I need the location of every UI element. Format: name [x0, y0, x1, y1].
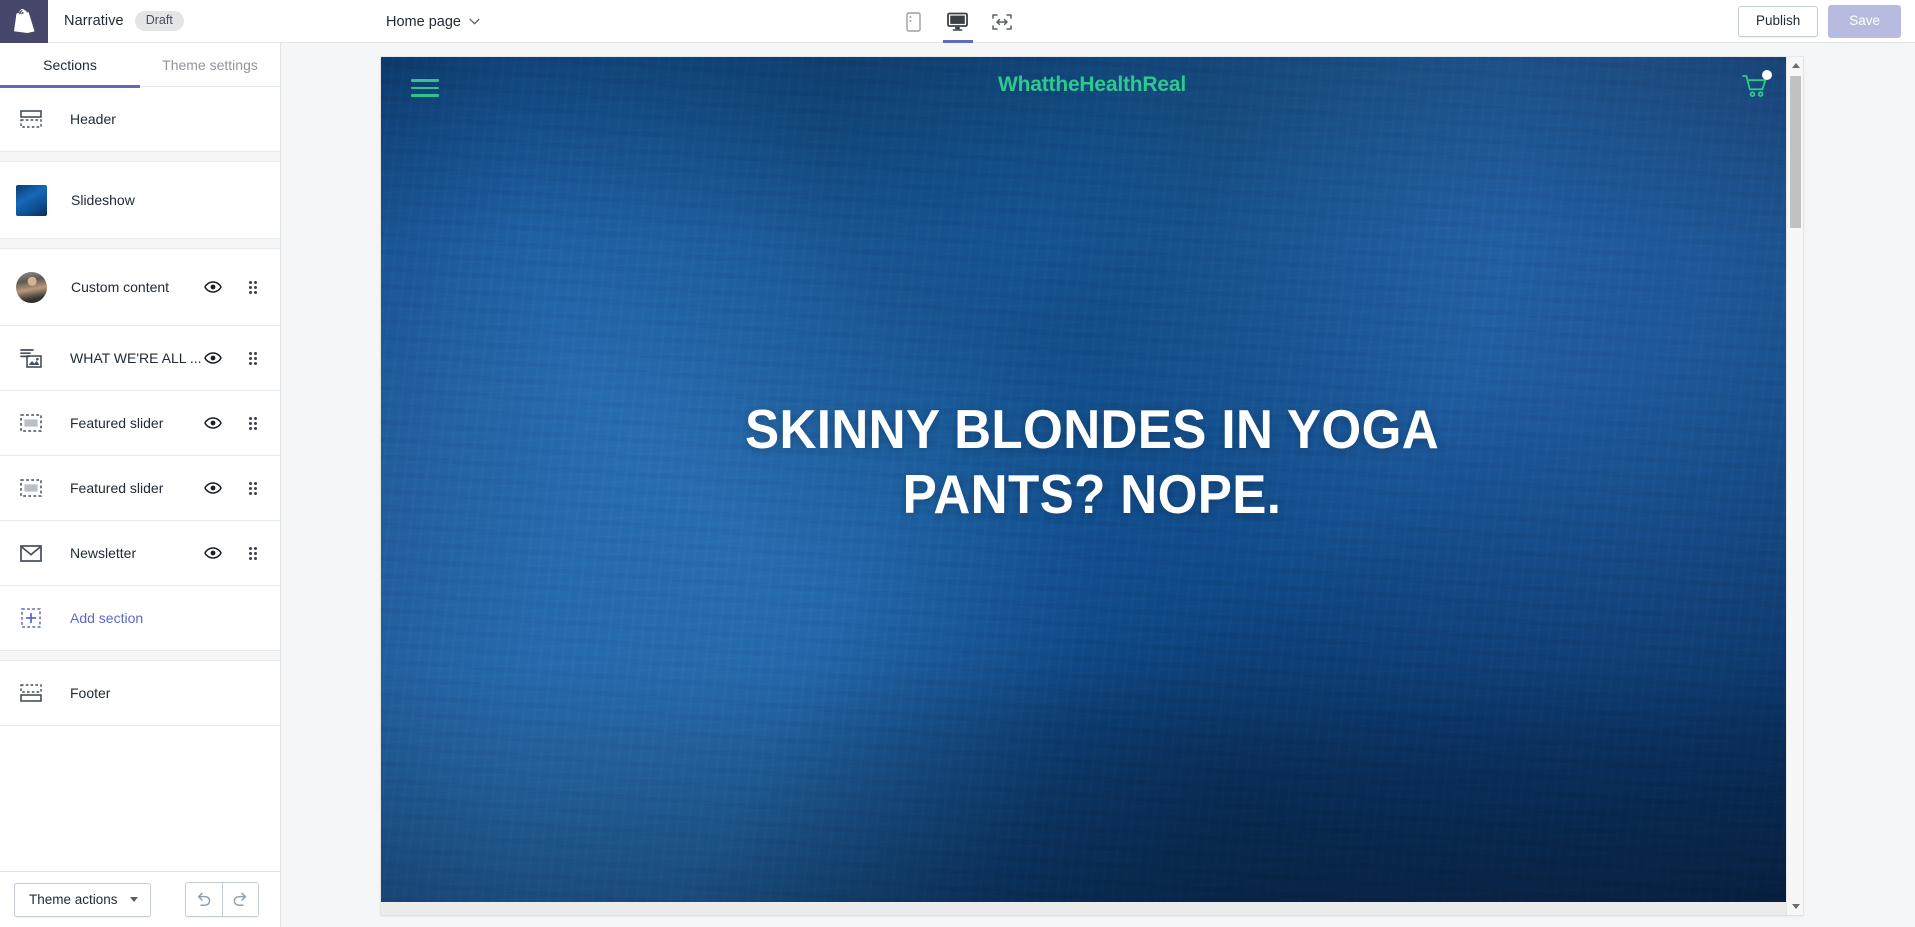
- cart-badge-dot: [1762, 69, 1772, 80]
- sidebar-item-label: Header: [70, 111, 116, 127]
- shopping-cart-icon[interactable]: [1742, 69, 1772, 103]
- sidebar-item-newsletter[interactable]: Newsletter: [0, 521, 280, 585]
- sidebar-item-label: WHAT WE'RE ALL ...: [70, 350, 202, 366]
- preview-frame: WhattheHealthReal SKINNY BLONDES IN YOGA…: [381, 57, 1803, 915]
- sidebar-item-featured-slider-1[interactable]: Featured slider: [0, 391, 280, 455]
- tab-theme-settings[interactable]: Theme settings: [140, 43, 280, 87]
- chevron-down-icon: [469, 18, 480, 25]
- device-mobile-button[interactable]: [892, 0, 936, 43]
- section-row-actions: [204, 349, 262, 367]
- preview-area: WhattheHealthReal SKINNY BLONDES IN YOGA…: [281, 43, 1915, 927]
- storefront-header: WhattheHealthReal: [381, 57, 1803, 119]
- sidebar-item-label: Footer: [70, 685, 111, 701]
- storefront-hero-slideshow[interactable]: WhattheHealthReal SKINNY BLONDES IN YOGA…: [381, 57, 1803, 902]
- drag-handle-icon[interactable]: [244, 349, 262, 367]
- desktop-icon: [947, 12, 968, 31]
- section-group-divider: [0, 151, 280, 162]
- add-section-label: Add section: [70, 610, 144, 626]
- section-group-divider: [0, 238, 280, 249]
- custom-content-thumbnail: [16, 271, 47, 303]
- section-group-divider: [0, 650, 280, 661]
- page-selector-label: Home page: [386, 13, 461, 30]
- sidebar-item-header[interactable]: Header: [0, 87, 280, 151]
- sidebar-item-label: Featured slider: [70, 415, 164, 431]
- sidebar-footer: Theme actions: [0, 871, 280, 927]
- slider-icon: [16, 473, 46, 503]
- next-section-placeholder: [381, 902, 1803, 915]
- drag-handle-icon[interactable]: [244, 414, 262, 432]
- fullwidth-icon: [991, 13, 1012, 30]
- hero-heading: SKINNY BLONDES IN YOGA PANTS? NOPE.: [744, 398, 1440, 525]
- top-bar: Narrative Draft Home page Publish Save: [0, 0, 1915, 43]
- redo-icon: [233, 892, 246, 906]
- redo-button[interactable]: [221, 883, 258, 916]
- footer-icon: [16, 678, 46, 708]
- status-badge: Draft: [134, 11, 184, 31]
- add-box-icon: [16, 603, 46, 633]
- envelope-icon: [16, 538, 46, 568]
- eye-icon[interactable]: [204, 479, 222, 497]
- eye-icon[interactable]: [204, 349, 222, 367]
- image-text-icon: [16, 343, 46, 373]
- tab-sections[interactable]: Sections: [0, 43, 140, 88]
- section-row-actions: [204, 479, 262, 497]
- drag-handle-icon[interactable]: [244, 278, 262, 296]
- add-section-button[interactable]: Add section: [0, 586, 280, 650]
- sidebar-tabs: Sections Theme settings: [0, 43, 280, 88]
- publish-button[interactable]: Publish: [1737, 6, 1819, 37]
- undo-redo-group: [184, 882, 259, 917]
- preview-scrollbar[interactable]: [1786, 57, 1803, 915]
- page-selector[interactable]: Home page: [386, 0, 480, 43]
- slider-icon: [16, 408, 46, 438]
- scroll-down-arrow[interactable]: [1787, 898, 1803, 915]
- undo-button[interactable]: [185, 883, 222, 916]
- sidebar-item-label: Featured slider: [70, 480, 164, 496]
- sidebar-item-label: Custom content: [71, 279, 170, 295]
- device-fullwidth-button[interactable]: [980, 0, 1024, 43]
- device-preview-toggle: [892, 0, 1024, 43]
- sidebar: Sections Theme settings Header Slideshow…: [0, 43, 281, 927]
- section-row-actions: [204, 278, 262, 296]
- eye-icon[interactable]: [204, 414, 222, 432]
- store-logo[interactable]: WhattheHealthReal: [381, 73, 1803, 97]
- eye-icon[interactable]: [204, 544, 222, 562]
- slideshow-thumbnail: [16, 184, 47, 216]
- save-button[interactable]: Save: [1828, 5, 1901, 38]
- scrollbar-thumb[interactable]: [1790, 76, 1801, 228]
- caret-down-icon: [129, 896, 138, 902]
- sidebar-item-slideshow[interactable]: Slideshow: [0, 162, 280, 238]
- sidebar-item-custom-content[interactable]: Custom content: [0, 249, 280, 325]
- theme-name: Narrative: [64, 13, 124, 29]
- shopify-bag-icon[interactable]: [0, 0, 48, 43]
- section-row-actions: [204, 544, 262, 562]
- drag-handle-icon[interactable]: [244, 544, 262, 562]
- topbar-actions: Publish Save: [1737, 0, 1901, 43]
- sidebar-item-footer[interactable]: Footer: [0, 661, 280, 725]
- theme-actions-label: Theme actions: [29, 891, 118, 907]
- sidebar-item-featured-slider-2[interactable]: Featured slider: [0, 456, 280, 520]
- scroll-up-arrow[interactable]: [1787, 57, 1803, 74]
- theme-actions-button[interactable]: Theme actions: [14, 882, 151, 917]
- header-icon: [16, 104, 46, 134]
- section-list: Header Slideshow Custom content WHAT WE'…: [0, 87, 280, 871]
- section-row-actions: [204, 414, 262, 432]
- device-desktop-button[interactable]: [936, 0, 980, 43]
- undo-icon: [197, 892, 211, 906]
- drag-handle-icon[interactable]: [244, 479, 262, 497]
- sidebar-item-what-were-all-about[interactable]: WHAT WE'RE ALL ...: [0, 326, 280, 390]
- row-divider: [0, 725, 280, 726]
- mobile-icon: [906, 11, 921, 32]
- sidebar-item-label: Slideshow: [71, 192, 135, 208]
- sidebar-item-label: Newsletter: [70, 545, 137, 561]
- eye-icon[interactable]: [204, 278, 222, 296]
